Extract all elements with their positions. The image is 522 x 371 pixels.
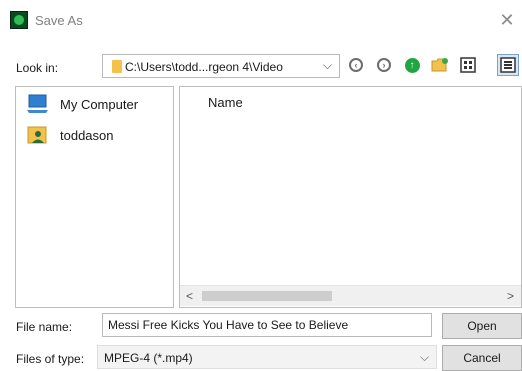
- filename-input[interactable]: Messi Free Kicks You Have to See to Beli…: [102, 313, 432, 337]
- details-view-button[interactable]: [497, 54, 519, 76]
- place-label: toddason: [60, 127, 114, 143]
- up-folder-button[interactable]: ↑: [401, 54, 423, 76]
- places-panel: My Computer toddason: [15, 86, 174, 308]
- place-label: My Computer: [60, 96, 139, 112]
- chevron-down-icon[interactable]: ⌵: [323, 58, 332, 73]
- place-user-folder[interactable]: toddason: [26, 124, 114, 146]
- details-view-icon: [500, 57, 516, 73]
- new-folder-icon: [431, 58, 448, 72]
- scrollbar-thumb[interactable]: [202, 291, 332, 301]
- chevron-down-icon[interactable]: ⌵: [420, 350, 429, 365]
- computer-icon: [27, 94, 48, 113]
- back-button[interactable]: ‹: [345, 54, 367, 76]
- column-header-name[interactable]: Name: [208, 95, 243, 110]
- list-view-button[interactable]: [457, 54, 479, 76]
- filetype-label: Files of type:: [16, 352, 85, 366]
- scroll-left-icon[interactable]: <: [186, 286, 193, 306]
- cancel-button[interactable]: Cancel: [442, 345, 522, 371]
- lookin-combo[interactable]: C:\Users\todd...rgeon 4\Video ⌵: [102, 54, 340, 78]
- open-button[interactable]: Open: [442, 313, 522, 339]
- user-folder-icon: [27, 126, 47, 144]
- folder-icon: [112, 60, 122, 73]
- up-folder-icon: ↑: [404, 57, 420, 73]
- forward-icon: ›: [377, 58, 391, 72]
- new-folder-button[interactable]: [429, 54, 451, 76]
- filetype-select[interactable]: MPEG-4 (*.mp4) ⌵: [97, 345, 437, 369]
- scroll-right-icon[interactable]: >: [507, 286, 514, 306]
- close-button[interactable]: ✕: [495, 8, 519, 32]
- window-title: Save As: [35, 13, 83, 28]
- list-view-icon: [460, 57, 476, 73]
- lookin-path: C:\Users\todd...rgeon 4\Video: [125, 60, 283, 74]
- back-icon: ‹: [349, 58, 363, 72]
- place-my-computer[interactable]: My Computer: [26, 93, 138, 115]
- horizontal-scrollbar[interactable]: < >: [180, 285, 521, 306]
- file-list[interactable]: Name < >: [179, 86, 522, 308]
- filename-label: File name:: [16, 320, 73, 334]
- app-icon: [10, 11, 28, 29]
- lookin-label: Look in:: [16, 61, 59, 75]
- forward-button[interactable]: ›: [373, 54, 395, 76]
- filetype-value: MPEG-4 (*.mp4): [104, 351, 193, 365]
